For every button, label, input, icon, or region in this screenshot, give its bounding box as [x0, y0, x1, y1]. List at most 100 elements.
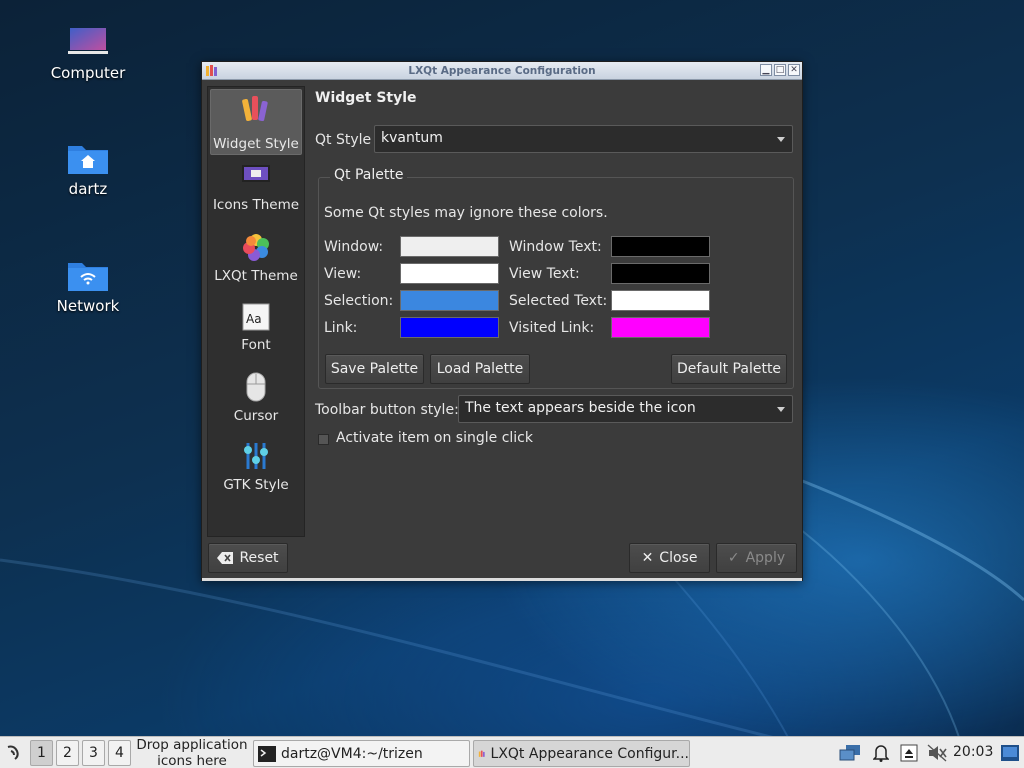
taskbar: 1 2 3 4 Drop application icons here dart…: [0, 736, 1024, 768]
qt-style-combobox[interactable]: kvantum: [374, 125, 793, 153]
default-palette-label: Default Palette: [676, 361, 782, 377]
backspace-clear-icon: [217, 552, 234, 564]
show-desktop-button[interactable]: [999, 741, 1021, 765]
workspace-2-button[interactable]: 2: [56, 740, 79, 766]
reset-label: Reset: [239, 550, 279, 566]
link-color-label: Link:: [324, 320, 358, 336]
minimize-button[interactable]: ▁: [760, 64, 772, 76]
task-appearance-config[interactable]: LXQt Appearance Configur...: [473, 740, 690, 767]
apply-label: Apply: [745, 550, 786, 566]
icons-theme-icon: [242, 165, 270, 182]
qt-palette-group: Qt Palette Some Qt styles may ignore the…: [318, 167, 794, 389]
home-folder-icon: [68, 146, 108, 174]
page-title: Widget Style: [315, 90, 417, 106]
desktop-icon-label: Network: [56, 297, 120, 315]
workspace-4-button[interactable]: 4: [108, 740, 131, 766]
main-menu-button[interactable]: [3, 740, 27, 766]
computer-icon: [68, 28, 108, 54]
drop-hint-line2: icons here: [157, 753, 227, 768]
sidebar-item-font[interactable]: Aa Font: [210, 301, 302, 365]
appearance-icon: [478, 750, 485, 757]
toolbar-style-label: Toolbar button style:: [315, 402, 459, 418]
window-color-swatch[interactable]: [400, 236, 499, 257]
task-label: dartz@VM4:~/trizen: [281, 745, 423, 762]
sidebar-item-label: Widget Style: [213, 136, 299, 152]
load-palette-button[interactable]: Load Palette: [430, 354, 530, 384]
view-text-color-swatch[interactable]: [611, 263, 710, 284]
checkmark-icon: ✓: [727, 550, 740, 566]
volume-muted-icon: [927, 744, 947, 762]
toolbar-style-combobox[interactable]: The text appears beside the icon: [458, 395, 793, 423]
desktop-icon-home-folder[interactable]: dartz: [33, 140, 143, 198]
widget-style-page: Widget Style Qt Style kvantum Qt Palette…: [315, 86, 795, 537]
desktop-icon-label: Computer: [50, 64, 126, 82]
network-monitor-icon: [839, 745, 860, 761]
qt-palette-title: Qt Palette: [330, 167, 408, 183]
link-color-swatch[interactable]: [400, 317, 499, 338]
save-palette-label: Save Palette: [330, 361, 419, 377]
qt-style-label: Qt Style: [315, 132, 372, 148]
close-window-button[interactable]: ✕: [788, 64, 800, 76]
view-text-color-label: View Text:: [509, 266, 580, 282]
load-palette-label: Load Palette: [436, 361, 524, 377]
bell-icon: [873, 745, 889, 762]
window-titlebar[interactable]: LXQt Appearance Configuration ▁ □ ✕: [202, 62, 802, 80]
appearance-app-icon: [206, 65, 217, 76]
save-palette-button[interactable]: Save Palette: [325, 354, 424, 384]
apply-button[interactable]: ✓ Apply: [716, 543, 797, 573]
network-folder-icon: [68, 263, 108, 291]
visited-link-color-label: Visited Link:: [509, 320, 595, 336]
sidebar-item-icons-theme[interactable]: Icons Theme: [210, 161, 302, 225]
sidebar-item-label: GTK Style: [223, 477, 289, 493]
view-color-swatch[interactable]: [400, 263, 499, 284]
desktop-icon-network[interactable]: Network: [33, 257, 143, 315]
sidebar-item-lxqt-theme[interactable]: LXQt Theme: [210, 231, 302, 295]
window-text-color-swatch[interactable]: [611, 236, 710, 257]
removable-media-tray[interactable]: [898, 741, 920, 765]
volume-tray[interactable]: [926, 741, 948, 765]
font-icon: Aa: [242, 303, 270, 331]
sidebar-item-gtk-style[interactable]: GTK Style: [210, 440, 302, 504]
maximize-button[interactable]: □: [774, 64, 786, 76]
view-color-label: View:: [324, 266, 362, 282]
toolbar-style-value: The text appears beside the icon: [465, 400, 696, 416]
quicklaunch-drop-hint: Drop application icons here: [136, 737, 248, 768]
appearance-config-window: LXQt Appearance Configuration ▁ □ ✕ Widg…: [201, 61, 803, 581]
sidebar-item-label: Cursor: [233, 408, 279, 424]
sidebar-item-widget-style[interactable]: Widget Style: [210, 89, 302, 155]
visited-link-color-swatch[interactable]: [611, 317, 710, 338]
lxqt-menu-icon: [7, 745, 19, 760]
cursor-icon: [246, 372, 266, 402]
notifications-tray[interactable]: [870, 741, 892, 765]
desktop-icon-computer[interactable]: Computer: [33, 24, 143, 82]
gtk-style-icon: [244, 443, 268, 469]
single-click-label: Activate item on single click: [336, 430, 533, 446]
clock[interactable]: 20:03: [953, 744, 993, 760]
reset-button[interactable]: Reset: [208, 543, 288, 573]
workspace-3-button[interactable]: 3: [82, 740, 105, 766]
sidebar-item-label: Font: [241, 337, 271, 353]
window-text-color-label: Window Text:: [509, 239, 602, 255]
sidebar-item-cursor[interactable]: Cursor: [210, 371, 302, 435]
category-sidebar: Widget Style Icons Theme LXQt Theme Aa F…: [207, 86, 305, 537]
close-button[interactable]: ✕ Close: [629, 543, 710, 573]
close-label: Close: [659, 550, 698, 566]
chevron-down-icon: [777, 137, 785, 142]
show-desktop-icon: [1001, 745, 1019, 761]
task-terminal[interactable]: dartz@VM4:~/trizen: [253, 740, 470, 767]
qt-style-value: kvantum: [381, 130, 443, 146]
task-label: LXQt Appearance Configur...: [490, 745, 689, 762]
close-x-icon: ✕: [641, 550, 654, 566]
selected-text-color-label: Selected Text:: [509, 293, 608, 309]
selected-text-color-swatch[interactable]: [611, 290, 710, 311]
workspace-1-button[interactable]: 1: [30, 740, 53, 766]
sidebar-item-label: Icons Theme: [212, 197, 300, 213]
selection-color-swatch[interactable]: [400, 290, 499, 311]
default-palette-button[interactable]: Default Palette: [671, 354, 787, 384]
terminal-icon: [258, 745, 276, 762]
single-click-checkbox[interactable]: [318, 434, 329, 445]
sidebar-item-label: LXQt Theme: [214, 268, 298, 284]
desktop-icon-label: dartz: [68, 180, 108, 198]
network-tray[interactable]: [839, 741, 861, 765]
eject-icon: [900, 744, 918, 762]
